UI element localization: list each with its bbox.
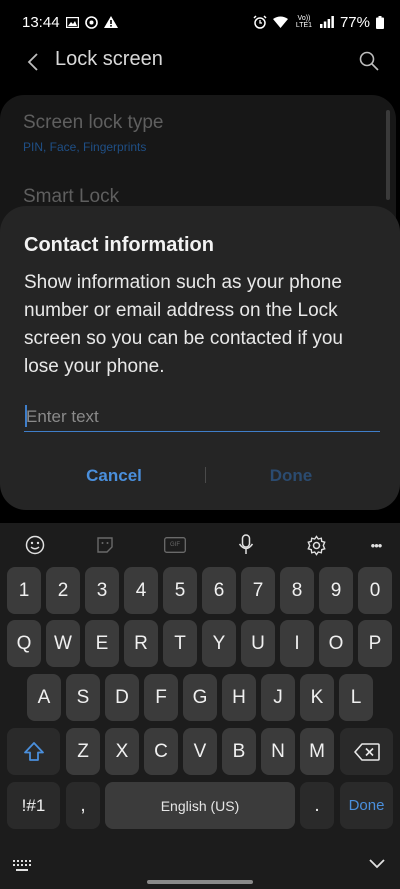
key-g[interactable]: G [183,674,217,721]
app-header: Lock screen [0,44,400,80]
dialog-buttons: Cancel Done [0,458,400,494]
setting-subtitle: PIN, Face, Fingerprints [23,140,147,154]
key-m[interactable]: M [300,728,334,775]
key-p[interactable]: P [358,620,392,667]
signal-icon [319,16,334,28]
key-x[interactable]: X [105,728,139,775]
status-left: 13:44 [22,14,118,31]
page-title: Lock screen [55,48,163,70]
key-5[interactable]: 5 [163,567,197,614]
status-right: Vo)) LTE1 77% [253,14,384,31]
sticker-icon[interactable] [94,534,116,556]
space-key[interactable]: English (US) [105,782,295,829]
key-u[interactable]: U [241,620,275,667]
key-n[interactable]: N [261,728,295,775]
network-type-label: Vo)) LTE1 [295,15,313,29]
key-e[interactable]: E [85,620,119,667]
key-0[interactable]: 0 [358,567,392,614]
text-caret [25,405,27,427]
scrollbar[interactable] [386,110,390,200]
cancel-button[interactable]: Cancel [24,458,204,494]
symbols-key[interactable]: !#1 [7,782,60,829]
key-s[interactable]: S [66,674,100,721]
keyboard: GIF ••• 1 2 3 4 5 6 7 8 9 0 Q W E R T Y … [0,523,400,889]
status-bar: 13:44 Vo)) LTE1 77% [0,0,400,44]
battery-icon [376,15,384,29]
key-l[interactable]: L [339,674,373,721]
key-2[interactable]: 2 [46,567,80,614]
key-d[interactable]: D [105,674,139,721]
key-f[interactable]: F [144,674,178,721]
keyboard-done-key[interactable]: Done [340,782,393,829]
key-q[interactable]: Q [7,620,41,667]
key-4[interactable]: 4 [124,567,158,614]
gallery-notification-icon [65,16,79,28]
key-7[interactable]: 7 [241,567,275,614]
key-6[interactable]: 6 [202,567,236,614]
battery-percent: 77% [339,13,370,31]
key-a[interactable]: A [27,674,61,721]
key-w[interactable]: W [46,620,80,667]
key-v[interactable]: V [183,728,217,775]
backspace-key[interactable] [340,728,393,775]
dialog-body: Show information such as your phone numb… [24,272,343,377]
key-y[interactable]: Y [202,620,236,667]
back-arrow-icon[interactable] [22,50,46,74]
key-j[interactable]: J [261,674,295,721]
search-icon[interactable] [358,50,380,72]
key-r[interactable]: R [124,620,158,667]
status-time: 13:44 [22,13,60,31]
setting-title: Smart Lock [23,186,120,207]
sync-notification-icon [84,15,98,29]
settings-gear-icon[interactable] [305,534,327,556]
comma-key[interactable]: , [66,782,100,829]
key-z[interactable]: Z [66,728,100,775]
hide-keyboard-icon[interactable] [368,855,386,878]
microphone-icon[interactable] [235,534,257,556]
done-button[interactable]: Done [201,458,381,494]
shift-key[interactable] [7,728,60,775]
dialog-title: Contact information [24,234,214,256]
gif-icon[interactable]: GIF [164,534,186,556]
key-c[interactable]: C [144,728,178,775]
shift-icon [23,741,44,761]
key-3[interactable]: 3 [85,567,119,614]
key-h[interactable]: H [222,674,256,721]
gesture-home-bar[interactable] [147,880,253,884]
contact-info-dialog: Contact information Show information suc… [0,206,400,510]
key-t[interactable]: T [163,620,197,667]
period-key[interactable]: . [300,782,334,829]
emoji-icon[interactable] [24,534,46,556]
key-k[interactable]: K [300,674,334,721]
key-b[interactable]: B [222,728,256,775]
wifi-icon [272,16,288,28]
key-i[interactable]: I [280,620,314,667]
key-o[interactable]: O [319,620,353,667]
key-9[interactable]: 9 [319,567,353,614]
backspace-icon [353,742,380,761]
keyboard-switch-icon[interactable] [12,859,34,878]
keyboard-toolbar: GIF ••• [0,523,400,567]
key-8[interactable]: 8 [280,567,314,614]
setting-smart-lock[interactable]: Smart Lock [23,186,119,208]
more-options-icon[interactable]: ••• [365,534,387,556]
gif-label: GIF [170,542,180,548]
warning-notification-icon [103,16,118,28]
setting-screen-lock-type[interactable]: Screen lock type PIN, Face, Fingerprints [23,112,163,154]
key-1[interactable]: 1 [7,567,41,614]
setting-title: Screen lock type [23,112,164,133]
alarm-icon [253,15,267,29]
contact-text-input[interactable] [24,402,380,432]
